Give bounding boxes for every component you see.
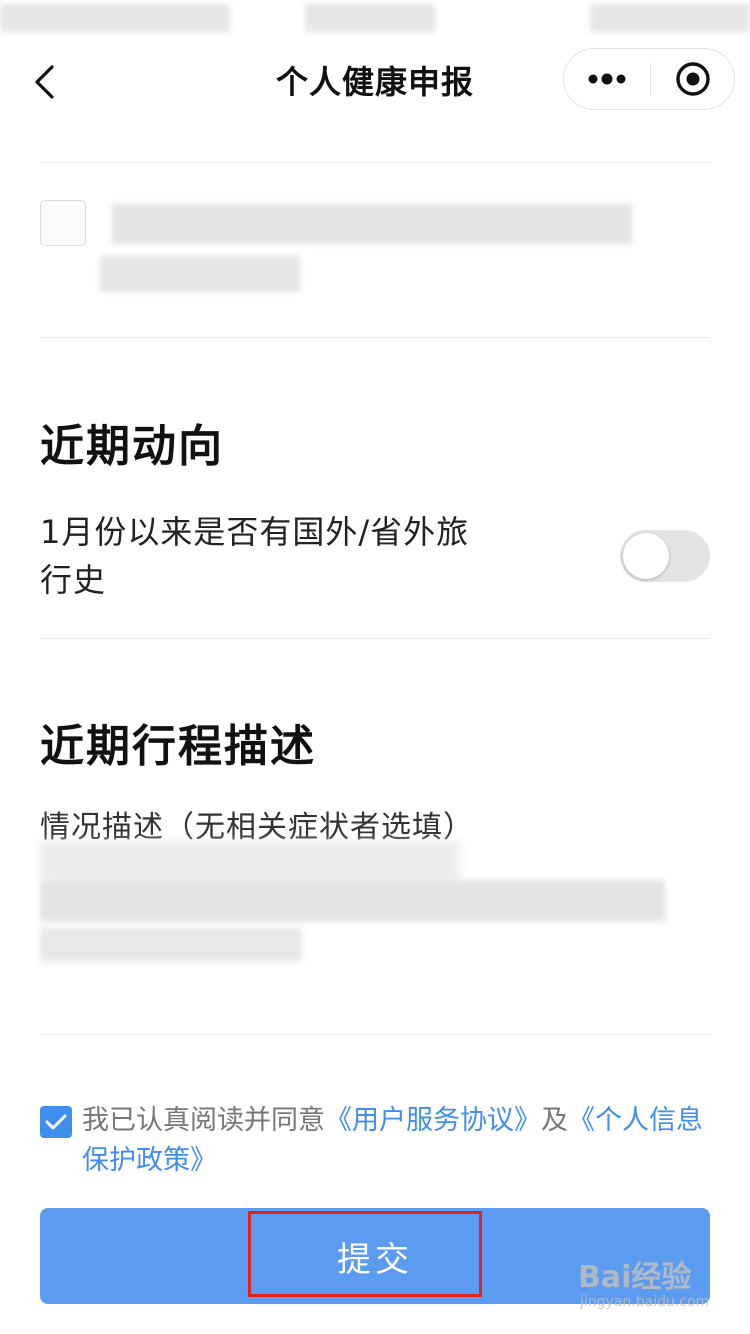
back-button[interactable] [20, 58, 68, 106]
situation-description-textarea[interactable] [40, 836, 710, 1016]
agreement-checkbox[interactable] [40, 1106, 72, 1138]
blurred-status-center [305, 4, 435, 32]
agreement-middle: 及 [541, 1105, 568, 1136]
option-checkbox[interactable] [40, 200, 86, 246]
blurred-status-left [0, 4, 230, 32]
watermark: Bai经验 jingyan.baidu.com [578, 1252, 740, 1318]
mini-program-capsule [563, 48, 735, 110]
chevron-left-icon [35, 65, 54, 99]
more-button[interactable] [564, 49, 650, 109]
divider [40, 1034, 710, 1035]
page-title: 个人健康申报 [275, 63, 474, 101]
section-title-itinerary: 近期行程描述 [40, 721, 316, 772]
blurred-status-right [590, 4, 750, 32]
status-bar [0, 0, 750, 38]
divider [40, 337, 710, 338]
blurred-option-text-line1 [112, 204, 632, 244]
page: 个人健康申报 近期动向 1月份以来是否有国外/省外旅行史 近期行程描述 情况描述… [0, 0, 750, 1334]
checkmark-icon [45, 1114, 67, 1130]
close-mini-program-button[interactable] [651, 49, 735, 109]
agreement-text: 我已认真阅读并同意《用户服务协议》及《个人信息保护政策》 [82, 1101, 712, 1181]
nav-bar: 个人健康申报 [0, 38, 750, 124]
divider [40, 162, 710, 163]
travel-history-toggle[interactable] [620, 530, 710, 582]
section-title-recent-movement: 近期动向 [40, 421, 224, 472]
travel-history-question: 1月份以来是否有国外/省外旅行史 [40, 513, 470, 599]
watermark-brand: Bai经验 [578, 1260, 692, 1295]
blurred-input-line2 [40, 880, 665, 922]
agreement-prefix: 我已认真阅读并同意 [82, 1105, 325, 1136]
blurred-input-line3 [40, 928, 302, 962]
divider [40, 638, 710, 639]
blurred-input-line1 [40, 842, 460, 882]
watermark-url: jingyan.baidu.com [580, 1294, 710, 1310]
more-dots-icon [588, 73, 626, 85]
toggle-knob [623, 533, 669, 579]
submit-label: 提交 [337, 1239, 413, 1280]
user-service-agreement-link[interactable]: 《用户服务协议》 [325, 1105, 541, 1136]
target-circle-icon [676, 62, 710, 96]
blurred-option-text-line2 [100, 256, 300, 292]
